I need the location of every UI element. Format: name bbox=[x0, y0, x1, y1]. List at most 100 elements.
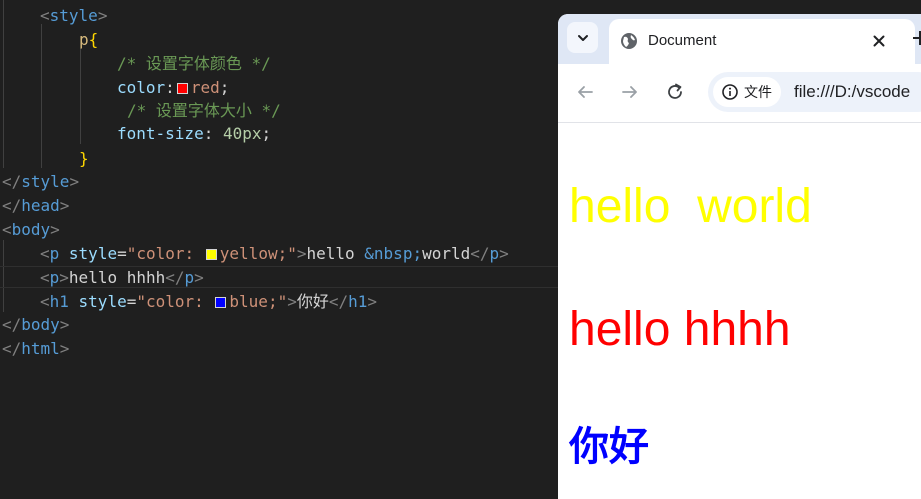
globe-icon bbox=[621, 33, 637, 49]
code-token: color bbox=[117, 78, 166, 97]
code-line[interactable]: <h1 style="color: blue;">你好</h1> bbox=[40, 290, 377, 314]
code-token: > bbox=[97, 6, 108, 25]
code-line[interactable]: </style> bbox=[2, 170, 79, 194]
code-token: p bbox=[49, 244, 60, 263]
code-token: </ bbox=[328, 292, 349, 311]
site-info-label: 文件 bbox=[744, 84, 772, 100]
code-token: > bbox=[59, 196, 70, 215]
close-tab-button[interactable] bbox=[867, 29, 891, 53]
indent-guide bbox=[80, 48, 81, 144]
tab-title: Document bbox=[648, 32, 717, 49]
code-token: /* 设置字体颜色 */ bbox=[117, 54, 271, 73]
code-token: = bbox=[117, 244, 127, 263]
code-token: style bbox=[68, 292, 127, 311]
code-token: < bbox=[40, 6, 50, 25]
code-token: style bbox=[49, 6, 98, 25]
code-token: > bbox=[287, 292, 297, 311]
code-line[interactable]: <p>hello hhhh</p> bbox=[40, 266, 204, 290]
code-token: > bbox=[69, 172, 80, 191]
forward-arrow-icon bbox=[622, 86, 637, 98]
back-button[interactable] bbox=[570, 77, 600, 107]
code-token: 40px bbox=[222, 124, 262, 143]
code-line[interactable]: /* 设置字体大小 */ bbox=[127, 99, 281, 123]
new-tab-plus-icon[interactable] bbox=[910, 28, 921, 48]
code-token: </ bbox=[2, 339, 22, 358]
forward-button[interactable] bbox=[615, 77, 645, 107]
code-token: h1 bbox=[49, 292, 69, 311]
code-token: </ bbox=[165, 268, 185, 287]
code-token: hello bbox=[306, 244, 365, 263]
indent-guide bbox=[41, 24, 42, 168]
code-token: > bbox=[59, 339, 70, 358]
tab-strip: Document bbox=[558, 14, 921, 64]
code-token: < bbox=[40, 244, 50, 263]
code-token: > bbox=[367, 292, 378, 311]
back-arrow-icon bbox=[578, 86, 593, 98]
tab-search-button[interactable] bbox=[567, 22, 598, 53]
code-token: > bbox=[50, 220, 60, 239]
code-editor[interactable]: <style> p{ /* 设置字体颜色 */ color: red; /* 设置… bbox=[0, 0, 560, 499]
code-token: blue;" bbox=[229, 292, 288, 311]
code-line[interactable]: } bbox=[79, 147, 89, 171]
reload-button[interactable] bbox=[660, 77, 690, 107]
code-token: "color: bbox=[126, 244, 204, 263]
code-line[interactable]: p{ bbox=[79, 28, 98, 52]
browser-window: Document 文件 file:///D:/vscode hello worl… bbox=[558, 14, 921, 499]
color-swatch-icon[interactable] bbox=[215, 297, 227, 308]
code-token: > bbox=[499, 244, 509, 263]
code-token: body bbox=[21, 315, 60, 334]
browser-toolbar: 文件 file:///D:/vscode bbox=[558, 64, 921, 123]
code-token: 你好 bbox=[296, 292, 329, 311]
code-token: head bbox=[21, 196, 60, 215]
code-line[interactable]: <p style="color: yellow;" > hello &nbsp;wo… bbox=[40, 242, 509, 266]
code-token: p bbox=[49, 268, 60, 287]
color-swatch-icon[interactable] bbox=[205, 249, 217, 260]
code-token: { bbox=[88, 30, 99, 49]
tab-document[interactable]: Document bbox=[609, 19, 915, 64]
code-line[interactable]: <body> bbox=[2, 218, 60, 242]
url-text[interactable]: file:///D:/vscode bbox=[794, 82, 910, 102]
code-token: style bbox=[59, 244, 118, 263]
code-token: /* 设置字体大小 */ bbox=[127, 101, 281, 120]
code-token: < bbox=[40, 292, 50, 311]
code-token: &nbsp; bbox=[364, 244, 423, 263]
code-token: = bbox=[126, 292, 137, 311]
close-icon bbox=[873, 35, 885, 47]
code-token: style bbox=[21, 172, 70, 191]
code-token: } bbox=[79, 149, 89, 168]
code-token: < bbox=[2, 220, 12, 239]
code-token: > bbox=[59, 315, 70, 334]
code-line[interactable]: color: red; bbox=[117, 76, 229, 100]
code-token: hello hhhh bbox=[68, 268, 166, 287]
code-token: </ bbox=[2, 196, 22, 215]
code-line[interactable]: </body> bbox=[2, 313, 69, 337]
code-line[interactable]: <style> bbox=[40, 4, 107, 28]
code-token: : bbox=[165, 78, 175, 97]
code-token: body bbox=[11, 220, 51, 239]
code-token: world bbox=[422, 244, 471, 263]
code-token: html bbox=[21, 339, 60, 358]
info-icon bbox=[722, 84, 738, 100]
code-line[interactable]: </head> bbox=[2, 194, 69, 218]
paragraph-yellow: hello world bbox=[569, 180, 812, 233]
heading-blue: 你好 bbox=[569, 424, 649, 470]
chevron-down-icon bbox=[577, 34, 588, 41]
code-token: p bbox=[184, 268, 195, 287]
code-token: ; bbox=[261, 124, 272, 143]
code-token: ; bbox=[219, 78, 230, 97]
code-line[interactable]: /* 设置字体颜色 */ bbox=[117, 52, 271, 76]
reload-icon bbox=[668, 83, 682, 99]
color-swatch-icon[interactable] bbox=[176, 83, 188, 94]
code-token: font-size bbox=[117, 124, 204, 143]
site-info-chip[interactable]: 文件 bbox=[713, 77, 781, 107]
code-token: > bbox=[194, 268, 204, 287]
code-line[interactable]: font-size: 40px; bbox=[117, 122, 271, 146]
address-bar[interactable]: 文件 file:///D:/vscode bbox=[708, 72, 921, 112]
code-token: h1 bbox=[348, 292, 368, 311]
indent-guide bbox=[3, 0, 4, 168]
code-token: yellow;" bbox=[219, 244, 297, 263]
paragraph-red: hello hhhh bbox=[569, 303, 791, 356]
code-token: p bbox=[79, 30, 89, 49]
code-token: : bbox=[203, 124, 223, 143]
code-line[interactable]: </html> bbox=[2, 337, 69, 361]
